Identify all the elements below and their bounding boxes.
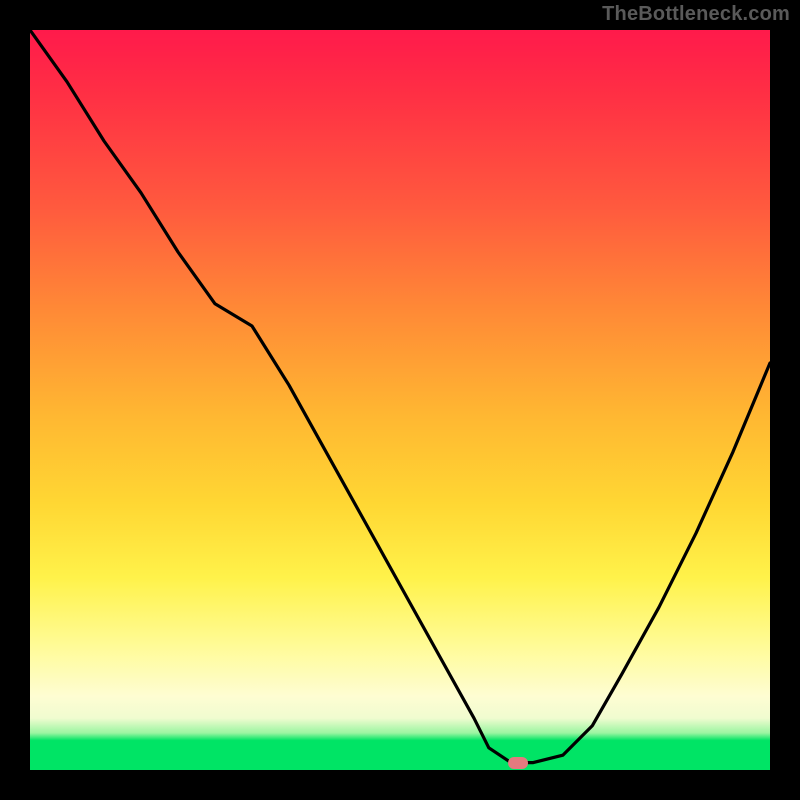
optimal-marker	[508, 757, 528, 769]
chart-stage: TheBottleneck.com	[0, 0, 800, 800]
watermark-text: TheBottleneck.com	[602, 3, 790, 26]
plot-area	[30, 30, 770, 770]
bottleneck-curve	[30, 30, 770, 770]
